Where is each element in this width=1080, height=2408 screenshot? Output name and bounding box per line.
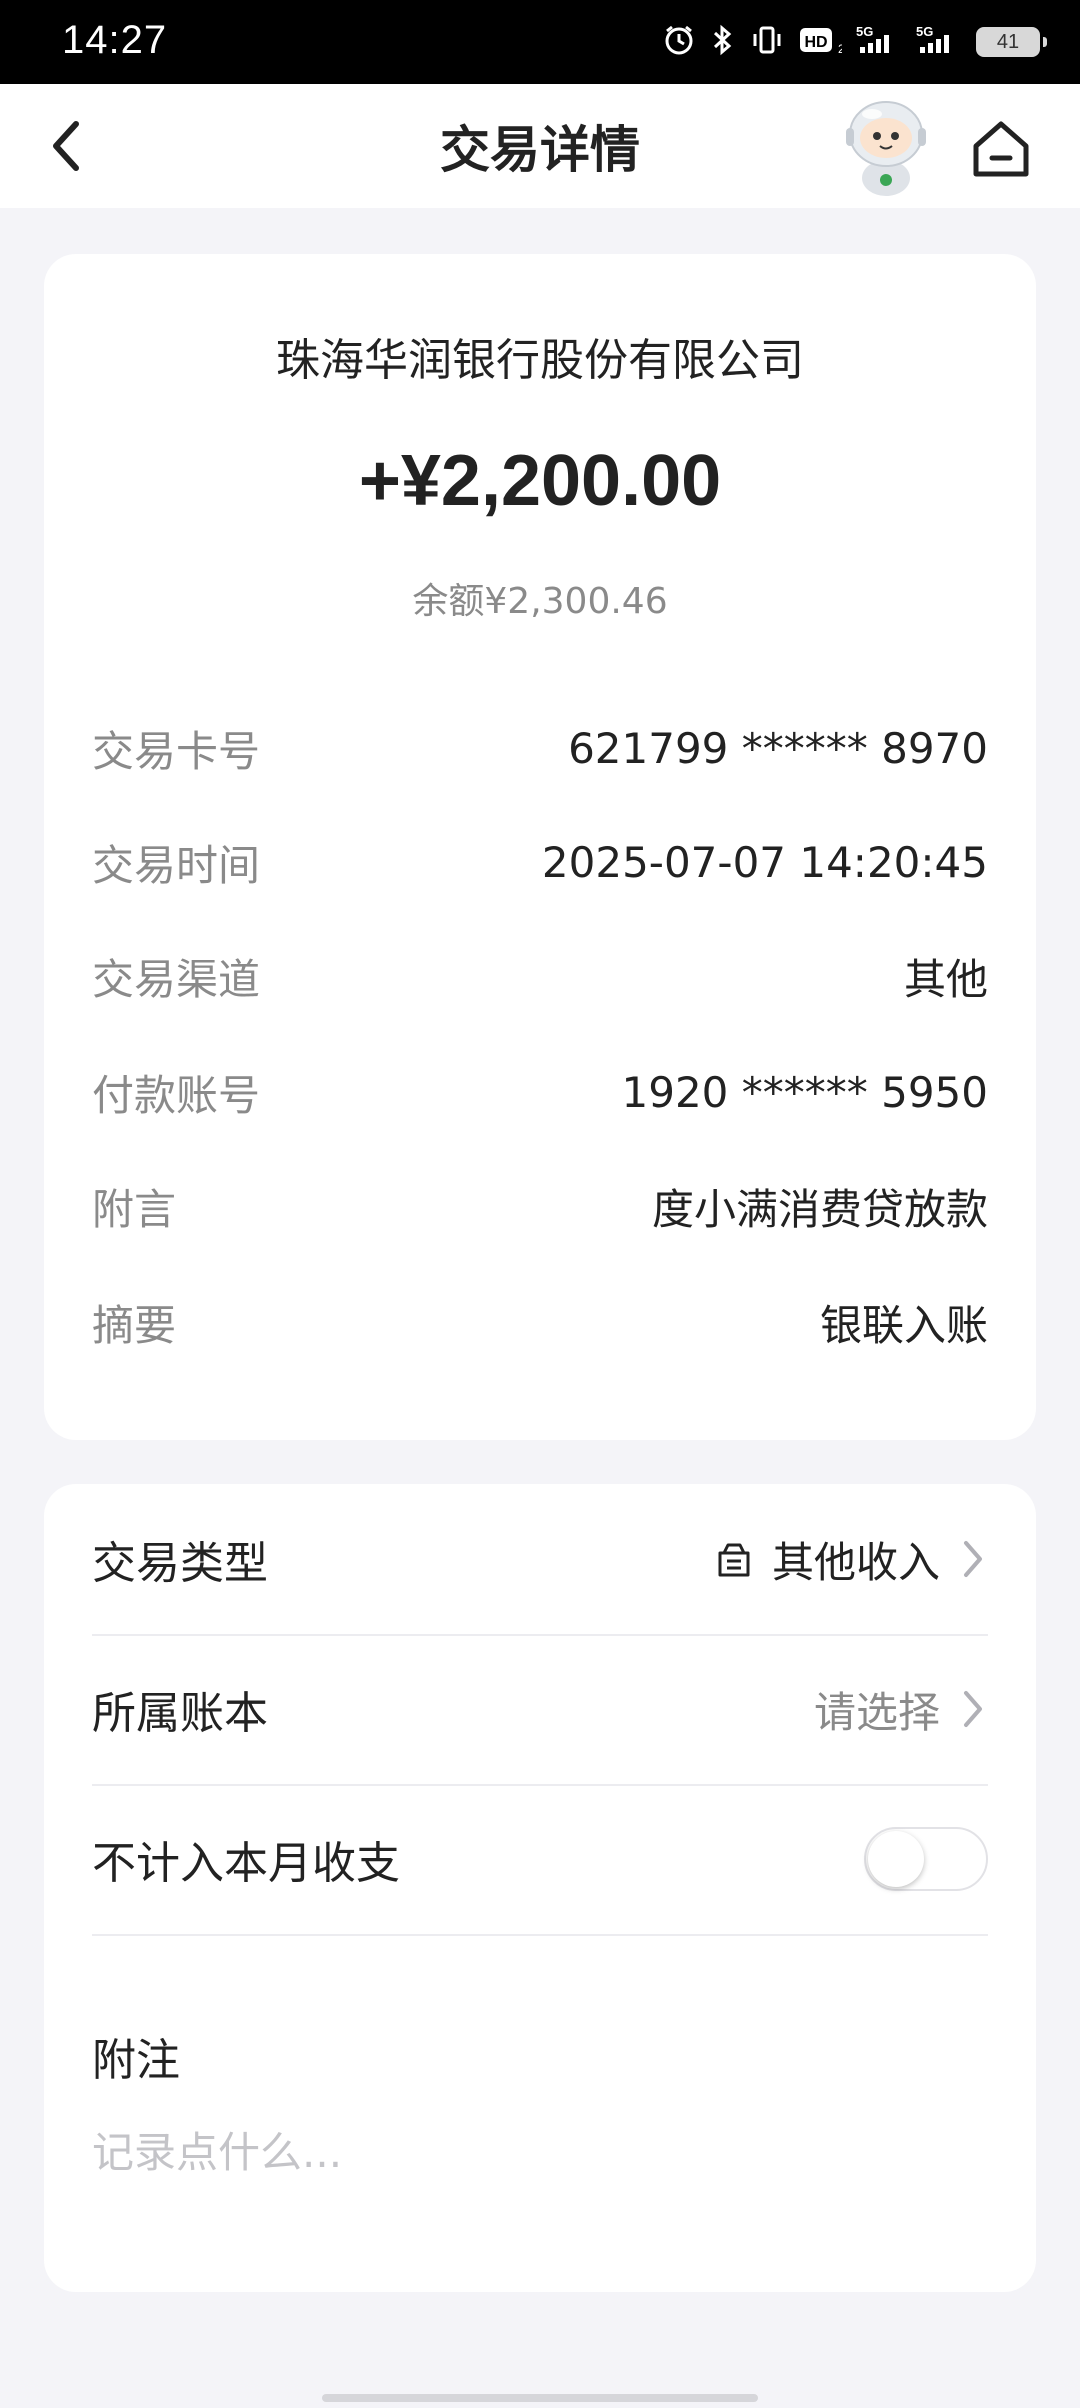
transaction-type-row[interactable]: 交易类型 其他收入 [92, 1484, 988, 1636]
home-button[interactable] [968, 116, 1034, 182]
exclude-monthly-toggle[interactable] [864, 1827, 988, 1891]
network-label-1: 5G [856, 24, 873, 39]
svg-text:2: 2 [838, 42, 842, 56]
detail-row-payer-account: 付款账号 1920 ****** 5950 [92, 1062, 988, 1122]
bluetooth-icon [710, 23, 736, 61]
detail-label: 交易卡号 [92, 726, 261, 776]
detail-label: 交易渠道 [92, 954, 261, 1004]
robot-assistant-icon [846, 101, 926, 196]
detail-row-summary: 摘要 银联入账 [92, 1292, 988, 1352]
home-indicator[interactable] [322, 2394, 758, 2402]
detail-value: 1920 ****** 5950 [621, 1067, 988, 1117]
header: 交易详情 [0, 84, 1080, 208]
detail-label: 交易时间 [92, 840, 261, 890]
ledger-value: 请选择 [813, 1687, 940, 1737]
hd-icon: HD 2 [798, 23, 845, 61]
status-time: 14:27 [62, 18, 168, 62]
detail-row-remark: 附言 度小满消费贷放款 [92, 1176, 988, 1236]
settings-card: 交易类型 其他收入 所属账本 请选择 不计入本月收支 附注 [44, 1484, 1036, 2292]
detail-row-channel: 交易渠道 其他 [92, 946, 988, 1006]
note-input[interactable] [92, 2112, 988, 2192]
vibrate-icon [750, 23, 784, 61]
assistant-robot-button[interactable] [836, 94, 936, 198]
detail-row-card-number: 交易卡号 621799 ****** 8970 [92, 718, 988, 778]
exclude-monthly-row: 不计入本月收支 [92, 1784, 988, 1936]
ledger-selector[interactable]: 请选择 [814, 1679, 988, 1740]
counterparty-name: 珠海华润银行股份有限公司 [276, 335, 804, 386]
transaction-amount: +¥2,200.00 [358, 441, 722, 521]
detail-row-time: 交易时间 2025-07-07 14:20:45 [92, 832, 988, 892]
detail-value: 度小满消费贷放款 [651, 1184, 988, 1234]
ledger-row[interactable]: 所属账本 请选择 [92, 1634, 988, 1786]
category-icon [718, 1543, 750, 1577]
signal-5g-icon-2: 5G [916, 23, 962, 61]
home-icon [973, 121, 1029, 177]
signal-5g-icon-1: 5G [856, 23, 902, 61]
account-balance: 余额¥2,300.46 [412, 581, 668, 622]
network-label-2: 5G [916, 24, 933, 39]
chevron-right-icon [958, 1685, 988, 1733]
detail-value: 其他 [903, 954, 988, 1004]
detail-label: 摘要 [92, 1300, 177, 1350]
transaction-card: 珠海华润银行股份有限公司 +¥2,200.00 余额¥2,300.46 交易卡号… [44, 254, 1036, 1440]
ledger-label: 所属账本 [92, 1688, 268, 1739]
detail-value: 银联入账 [819, 1300, 988, 1350]
note-label: 附注 [92, 2035, 180, 2086]
battery-icon: 41 [976, 27, 1047, 57]
detail-label: 付款账号 [92, 1070, 261, 1120]
transaction-type-value: 其他收入 [771, 1537, 940, 1587]
status-icons: HD 2 5G 5G 41 [662, 20, 1047, 64]
detail-value: 2025-07-07 14:20:45 [541, 837, 988, 887]
detail-label: 附言 [92, 1184, 177, 1234]
status-bar: 14:27 HD 2 5G 5G 41 [0, 0, 1080, 84]
chevron-right-icon [958, 1535, 988, 1583]
detail-value: 621799 ****** 8970 [568, 723, 988, 773]
transaction-type-label: 交易类型 [92, 1538, 268, 1589]
alarm-icon [662, 23, 696, 61]
toggle-knob [868, 1831, 924, 1887]
transaction-type-selector[interactable]: 其他收入 [714, 1529, 988, 1590]
exclude-monthly-label: 不计入本月收支 [92, 1838, 400, 1889]
hd-label: HD [804, 34, 827, 51]
